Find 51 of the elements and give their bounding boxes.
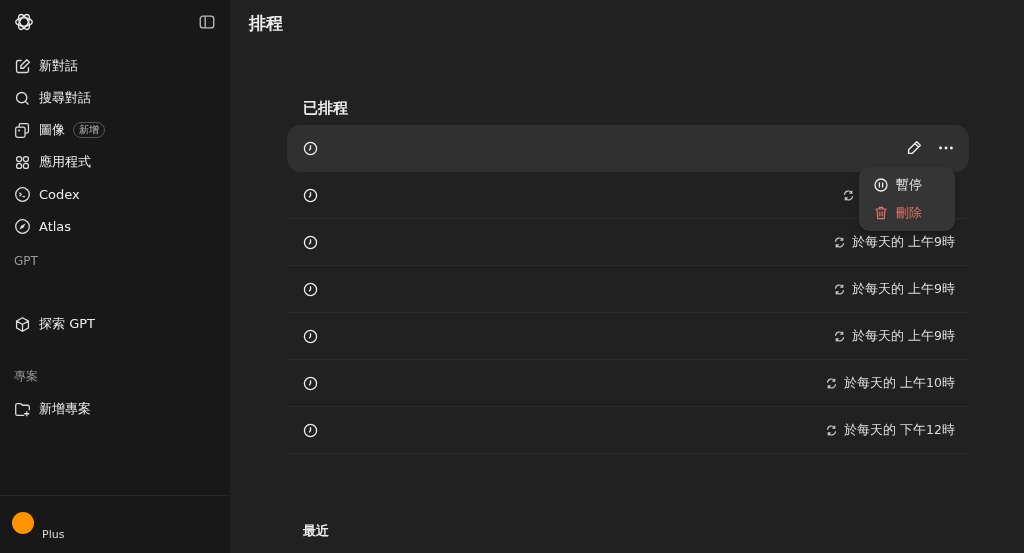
section-heading: 已排程 — [303, 99, 349, 118]
page-title: 排程 — [249, 12, 284, 35]
clock-icon — [303, 234, 318, 250]
compass-icon — [14, 217, 31, 235]
clock-icon — [303, 281, 318, 297]
schedule-row[interactable]: 於每天的 上午9時 — [287, 266, 969, 313]
menu-item[interactable]: 暫停 — [865, 171, 949, 199]
section-heading: 最近 — [303, 522, 330, 540]
avatar[interactable] — [12, 512, 34, 534]
sidebar-item[interactable]: 新增專案 — [8, 393, 222, 425]
plan-label: Plus — [42, 528, 65, 541]
schedule-row[interactable]: 於每天的 上午9時 — [287, 313, 969, 360]
schedule-row[interactable]: 於每天的 上午10時 — [287, 360, 969, 407]
trash-icon — [873, 205, 889, 221]
repeat-icon — [833, 235, 847, 249]
sidebar-toggle-icon[interactable] — [198, 13, 216, 31]
clock-icon — [303, 328, 318, 344]
sidebar-item[interactable]: 搜尋對話 — [8, 82, 222, 114]
pause-icon — [873, 177, 889, 193]
repeat-icon — [825, 376, 839, 390]
images-icon — [14, 121, 31, 139]
repeat-icon — [842, 188, 855, 202]
sidebar-item[interactable]: 圖像 新增 — [8, 114, 222, 146]
search-icon — [14, 89, 31, 107]
schedule-text: 於每天的 上午9時 — [852, 327, 955, 345]
terminal-icon — [14, 185, 31, 203]
sidebar-item[interactable]: 新對話 — [8, 50, 222, 82]
folder-plus-icon — [14, 400, 31, 418]
schedule-text: 於每天的 上午9時 — [852, 233, 955, 251]
apps-icon — [14, 153, 31, 171]
schedule-text: 於每天的 下午12時 — [844, 421, 955, 439]
repeat-icon — [833, 282, 847, 296]
sidebar-item[interactable]: Atlas — [8, 210, 222, 242]
schedule-text: 於每天的 上午9時 — [852, 280, 955, 298]
edit-icon — [14, 57, 31, 75]
section-heading: 專案 — [13, 368, 39, 385]
sidebar-item[interactable]: 應用程式 — [8, 146, 222, 178]
schedule-row[interactable]: 於每天的 下午12時 — [287, 407, 969, 454]
clock-icon — [303, 375, 318, 391]
repeat-icon — [833, 329, 847, 343]
schedule-text: 於每天的 上午10時 — [844, 374, 955, 392]
pencil-icon[interactable] — [905, 139, 923, 157]
sidebar-item[interactable]: Codex — [8, 178, 222, 210]
clock-icon — [303, 422, 318, 438]
section-heading: GPT — [13, 253, 39, 270]
cube-icon — [14, 315, 31, 333]
clock-icon — [303, 187, 318, 203]
logo-icon[interactable] — [13, 11, 35, 33]
repeat-icon — [825, 423, 839, 437]
sidebar-item[interactable]: 探索 GPT — [8, 308, 222, 340]
clock-icon — [303, 140, 318, 156]
